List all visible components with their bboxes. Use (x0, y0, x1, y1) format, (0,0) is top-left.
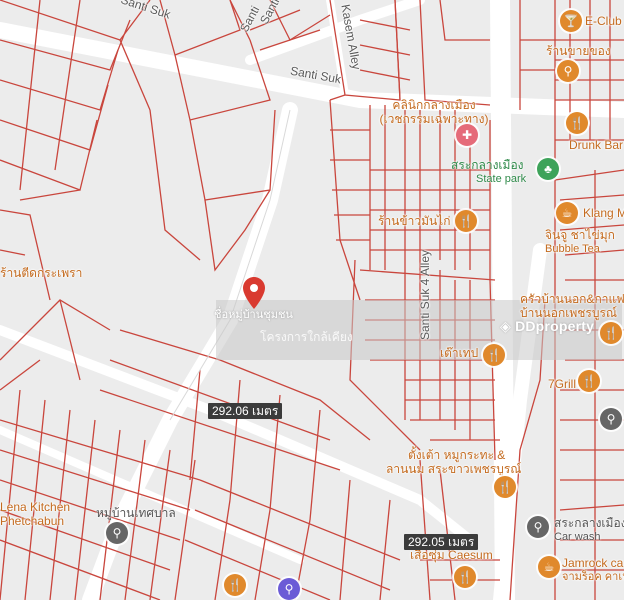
poi-tao-thep-label[interactable]: เต๊าเทป (440, 346, 478, 360)
village-pin-icon[interactable]: ⚲ (106, 522, 128, 544)
poi-tungta-label[interactable]: ตั้งเต้า หมูกระทะ & (408, 448, 505, 462)
poi-village-label[interactable]: หมู่บ้านเทศบาล (96, 506, 176, 520)
klang-pin-icon[interactable]: ☕ (556, 202, 578, 224)
jamrock-pin-icon[interactable]: ☕ (538, 556, 560, 578)
poi-kitchen-th-label[interactable]: ครัวบ้านนอก&กาแฟ (520, 292, 624, 306)
ddproperty-logo-icon: ◈ (500, 318, 516, 334)
poi-jamrock-sub-label: จามร็อค คาเฟ่ (562, 571, 624, 583)
poi-e-club-label[interactable]: E-Club (585, 14, 622, 28)
distance-label-2: 292.05 เมตร (404, 534, 479, 550)
ddproperty-logo-text: DDproperty (515, 318, 595, 334)
gray-pin-icon[interactable]: ⚲ (600, 408, 622, 430)
caesum-pin-icon[interactable]: 🍴 (454, 566, 476, 588)
poi-tungta2-label: ลานนม สระขาวเพชรบูรณ์ (386, 462, 522, 476)
carwash-pin-icon[interactable]: ⚲ (527, 516, 549, 538)
drunk-bar-pin-icon[interactable]: 🍴 (566, 112, 588, 134)
poi-park-sub-label: State park (476, 173, 527, 185)
poi-shop-tr-label[interactable]: ร้านขายของ (546, 44, 611, 58)
shop-pin-icon[interactable]: ⚲ (557, 60, 579, 82)
location-marker-icon[interactable] (243, 277, 265, 309)
poi-kitchen-th2-label: บ้านนอกเพชรบูรณ์ (520, 306, 618, 320)
kitchen-pin-icon[interactable]: 🍴 (600, 322, 622, 344)
poi-carwash-sub-label: Car wash (554, 531, 601, 543)
poi-park-label[interactable]: สระกลางเมือง (451, 158, 524, 172)
food-pin-icon[interactable]: 🍴 (455, 210, 477, 232)
distance-label-1: 292.06 เมตร (208, 403, 283, 419)
marker-label: ชื่อหมู่บ้านชุมชน (214, 309, 293, 321)
clinic-pin-icon[interactable]: ✚ (456, 124, 478, 146)
watermark-faint-text: โครงการใกล้เคียง (260, 330, 353, 344)
road-label-santi-suk-4-alley: Santi Suk 4 Alley (418, 249, 433, 341)
tungta-pin-icon[interactable]: 🍴 (494, 476, 516, 498)
poi-clinic-label[interactable]: คลินิกกลางเมือง (เวชกรรมเฉพาะทาง) (374, 98, 494, 126)
poi-carwash-label[interactable]: สระกลางเมือง (554, 516, 624, 530)
poi-jin-bubble-label[interactable]: จินจู ชาไข่มุก (545, 228, 615, 242)
bottom-purple-pin-icon[interactable]: ⚲ (278, 578, 300, 600)
ddproperty-logo: ◈ DDproperty (500, 318, 594, 335)
poi-shop-mid-label[interactable]: ร้านข้าวมันไก่ (378, 214, 450, 228)
poi-jamrock-label[interactable]: Jamrock ca (562, 556, 623, 570)
poi-7grill-label[interactable]: 7Grill (548, 377, 576, 391)
poi-drunk-bar-label[interactable]: Drunk Bar & (569, 138, 624, 152)
poi-food-left-label[interactable]: ร้านตีดกระเพรา (0, 266, 82, 280)
park-pin-icon[interactable]: ♣ (537, 158, 559, 180)
poi-caesum-label[interactable]: เสือซุ่ม Caesum (410, 548, 493, 562)
poi-klang-label[interactable]: Klang M (583, 206, 624, 220)
bar-pin-icon[interactable]: 🍸 (560, 10, 582, 32)
poi-bubble-tea-label: Bubble Tea (545, 243, 600, 255)
7grill-pin-icon[interactable]: 🍴 (578, 370, 600, 392)
bottom-food-pin-icon[interactable]: 🍴 (224, 574, 246, 596)
poi-kitchen-left-label[interactable]: Lena Kitchen (0, 500, 70, 514)
tao-thep-pin-icon[interactable]: 🍴 (483, 344, 505, 366)
poi-kitchen-left2-label: Phetchabun (0, 514, 65, 528)
